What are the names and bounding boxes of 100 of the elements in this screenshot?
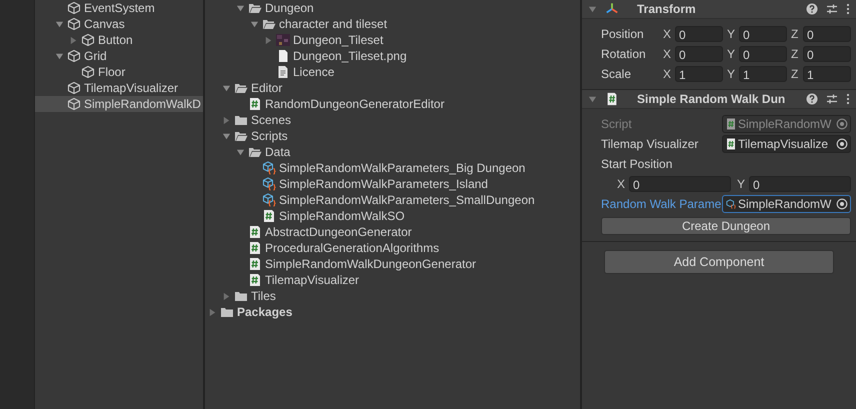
folder-icon <box>248 145 262 159</box>
expand-toggle[interactable] <box>55 52 64 60</box>
project-item[interactable]: SimpleRandomWalkParameters_Island <box>205 176 580 192</box>
hierarchy-item[interactable]: Button <box>35 32 203 48</box>
cube-icon <box>67 1 81 15</box>
script-icon <box>248 257 262 271</box>
expand-toggle[interactable] <box>236 4 245 12</box>
expand-toggle[interactable] <box>222 292 231 300</box>
project-item[interactable]: AbstractDungeonGenerator <box>205 224 580 240</box>
expand-toggle[interactable] <box>588 94 597 104</box>
field-label: Position <box>601 26 645 43</box>
folder-icon <box>248 1 262 15</box>
script-icon <box>248 97 262 111</box>
cube-icon <box>81 33 95 47</box>
number-field[interactable]: 0 <box>749 176 851 192</box>
hierarchy-item[interactable]: Canvas <box>35 16 203 32</box>
add-component-button[interactable]: Add Component <box>604 250 834 274</box>
transform-axes-icon <box>605 2 619 16</box>
component-title: Simple Random Walk Dun <box>636 92 786 106</box>
project-item[interactable]: SimpleRandomWalkSO <box>205 208 580 224</box>
expand-toggle[interactable] <box>208 308 217 316</box>
object-picker-icon[interactable] <box>836 138 848 150</box>
cube-icon <box>81 65 95 79</box>
expand-toggle[interactable] <box>69 36 78 44</box>
object-field[interactable]: SimpleRandomW <box>722 195 851 213</box>
object-picker-icon[interactable] <box>836 198 848 210</box>
axis-label: Y <box>727 66 736 82</box>
project-item[interactable]: Packages <box>205 304 580 320</box>
project-item[interactable]: TilemapVisualizer <box>205 272 580 288</box>
number-field[interactable]: 0 <box>739 46 787 62</box>
project-item[interactable]: Dungeon_Tileset.png <box>205 48 580 64</box>
project-item[interactable]: SimpleRandomWalkParameters_Big Dungeon <box>205 160 580 176</box>
cube-icon <box>67 97 81 111</box>
number-field[interactable]: 0 <box>675 26 723 42</box>
tileset-thumbnail-icon <box>276 33 290 47</box>
project-item[interactable]: RandomDungeonGeneratorEditor <box>205 96 580 112</box>
hierarchy-item[interactable]: SimpleRandomWalkD <box>35 96 203 112</box>
hierarchy-item[interactable]: EventSystem <box>35 0 203 16</box>
cube-icon <box>67 81 81 95</box>
number-field[interactable]: 1 <box>803 66 851 82</box>
create-dungeon-button[interactable]: Create Dungeon <box>601 217 851 235</box>
help-icon[interactable] <box>806 3 818 15</box>
object-field[interactable]: TilemapVisualize <box>722 135 851 153</box>
more-options-icon[interactable] <box>846 93 850 105</box>
expand-toggle[interactable] <box>55 20 64 28</box>
component-header[interactable]: Transform <box>582 0 856 19</box>
expand-toggle[interactable] <box>264 36 273 44</box>
expand-toggle[interactable] <box>222 116 231 124</box>
file-icon <box>276 49 290 63</box>
expand-toggle[interactable] <box>222 132 231 140</box>
script-icon <box>726 138 736 150</box>
number-field[interactable]: 0 <box>739 26 787 42</box>
more-options-icon[interactable] <box>846 3 850 15</box>
project-item[interactable]: Data <box>205 144 580 160</box>
axis-label: X <box>663 46 672 62</box>
hierarchy-item[interactable]: Floor <box>35 64 203 80</box>
hierarchy-item[interactable]: TilemapVisualizer <box>35 80 203 96</box>
axis-label: Z <box>791 46 800 62</box>
folder-icon <box>234 81 248 95</box>
asset-icon <box>262 177 276 191</box>
expand-toggle[interactable] <box>222 84 231 92</box>
project-item[interactable]: Scenes <box>205 112 580 128</box>
project-item[interactable]: character and tileset <box>205 16 580 32</box>
presets-icon[interactable] <box>826 93 838 105</box>
script-icon <box>726 118 736 130</box>
field-label: Random Walk Parame <box>601 196 722 213</box>
help-icon[interactable] <box>806 93 818 105</box>
project-item[interactable]: Dungeon <box>205 0 580 16</box>
component-header[interactable]: Simple Random Walk Dun <box>582 90 856 109</box>
number-field[interactable]: 0 <box>675 46 723 62</box>
folder-icon <box>234 113 248 127</box>
number-field[interactable]: 1 <box>675 66 723 82</box>
number-field[interactable]: 0 <box>803 26 851 42</box>
field-label: Rotation <box>601 46 647 63</box>
expand-toggle[interactable] <box>236 148 245 156</box>
folder-icon <box>220 305 234 319</box>
expand-toggle[interactable] <box>588 4 597 14</box>
project-item[interactable]: Scripts <box>205 128 580 144</box>
axis-label: Z <box>791 26 800 42</box>
script-icon <box>248 241 262 255</box>
number-field[interactable]: 0 <box>803 46 851 62</box>
project-item[interactable]: Licence <box>205 64 580 80</box>
expand-toggle[interactable] <box>250 20 259 28</box>
project-item[interactable]: ProceduralGenerationAlgorithms <box>205 240 580 256</box>
number-field[interactable]: 0 <box>629 176 731 192</box>
asset-icon <box>262 161 276 175</box>
number-field[interactable]: 1 <box>739 66 787 82</box>
axis-label: Y <box>737 176 746 192</box>
cube-icon <box>67 49 81 63</box>
project-item[interactable]: Dungeon_Tileset <box>205 32 580 48</box>
field-label: Start Position <box>601 156 674 173</box>
hierarchy-item[interactable]: Grid <box>35 48 203 64</box>
project-item[interactable]: Tiles <box>205 288 580 304</box>
presets-icon[interactable] <box>826 3 838 15</box>
folder-icon <box>262 17 276 31</box>
project-item[interactable]: Editor <box>205 80 580 96</box>
project-item[interactable]: SimpleRandomWalkDungeonGenerator <box>205 256 580 272</box>
axis-label: Z <box>791 66 800 82</box>
component-title: Transform <box>636 2 697 16</box>
project-item[interactable]: SimpleRandomWalkParameters_SmallDungeon <box>205 192 580 208</box>
